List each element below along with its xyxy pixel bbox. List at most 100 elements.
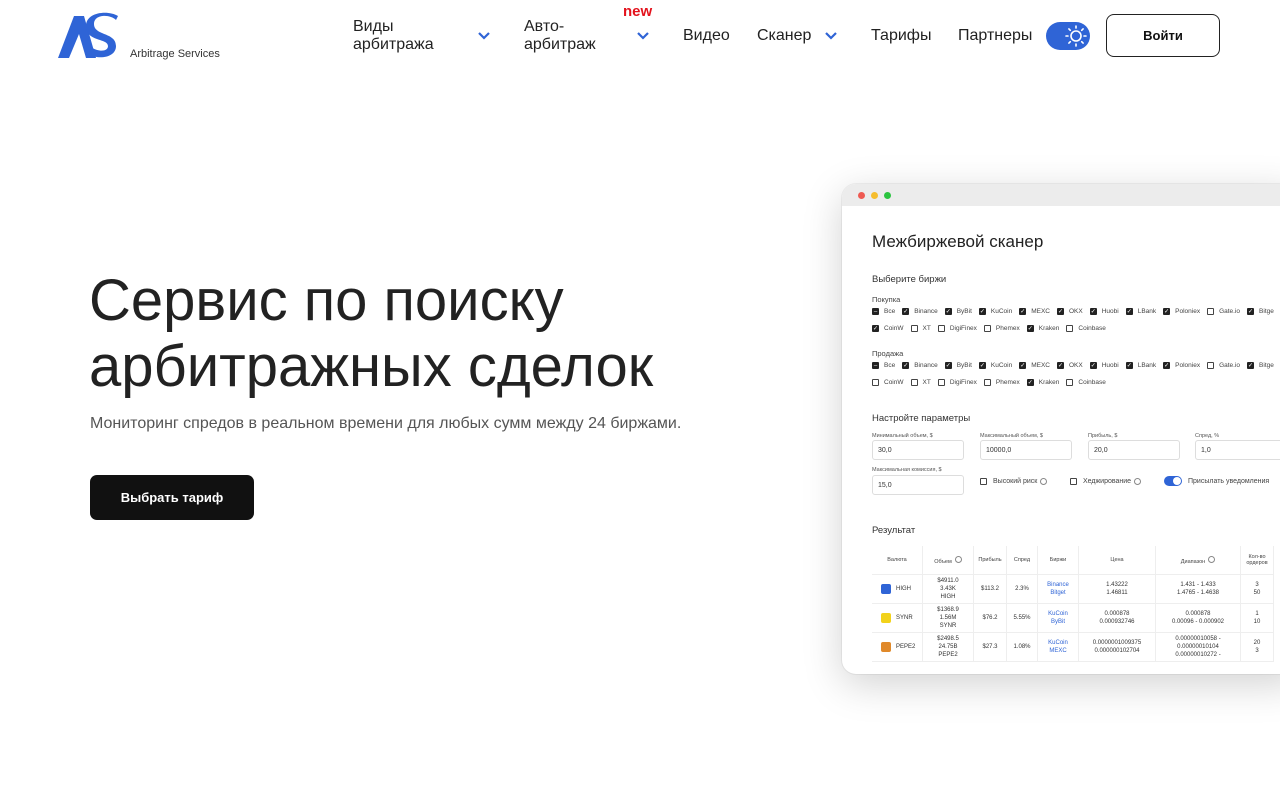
nav-item-auto-arbitrage[interactable]: Авто-арбитраж (524, 18, 604, 54)
checkbox-empty-icon (910, 325, 918, 332)
checkbox-checked-icon: ✓ (902, 308, 910, 315)
cell-currency: SYNR (872, 603, 923, 633)
cell-range: 1.431 - 1.433 1.4765 - 1.4638 (1155, 574, 1241, 604)
checkbox-empty-icon (937, 379, 945, 386)
exchange-checkbox[interactable]: Phemex (983, 325, 1020, 332)
nav-item-label: Сканер (757, 27, 812, 44)
exchange-checkbox[interactable]: XT (910, 379, 931, 386)
exchange-name: ByBit (956, 362, 972, 369)
checkbox-checked-icon: ✓ (944, 362, 952, 369)
exchange-name: Huobi (1101, 308, 1119, 315)
chevron-down-icon[interactable] (636, 31, 650, 41)
chevron-down-icon[interactable] (477, 31, 491, 41)
checkbox-checked-icon: ✓ (1026, 325, 1034, 332)
exchange-checkbox[interactable]: ✓ Bitge (1247, 308, 1274, 315)
exchange-checkbox[interactable]: XT (910, 325, 931, 332)
max-volume-input[interactable]: 10000,0 (980, 440, 1072, 460)
cell-exchanges[interactable]: KuCoin MEXC (1037, 632, 1079, 662)
exchange-checkbox[interactable]: ✓ LBank (1125, 362, 1156, 369)
exchange-checkbox[interactable]: ✓ Poloniex (1163, 308, 1200, 315)
exchange-checkbox[interactable]: ✓ LBank (1125, 308, 1156, 315)
sun-icon (1065, 25, 1087, 47)
exchange-checkbox[interactable]: – Все (872, 362, 895, 369)
exchange-checkbox[interactable]: ✓ Huobi (1089, 362, 1119, 369)
checkbox-empty-icon (1207, 362, 1215, 369)
cell-profit: $76.2 (973, 603, 1007, 633)
exchange-checkbox[interactable]: ✓ MEXC (1019, 308, 1050, 315)
login-button[interactable]: Войти (1106, 14, 1220, 57)
exchange-checkbox[interactable]: ✓ Binance (902, 362, 938, 369)
cell-spread: 5.55% (1006, 603, 1038, 633)
profit-input[interactable]: 20,0 (1088, 440, 1180, 460)
exchange-name: XT (922, 379, 931, 386)
spread-input[interactable]: 1,0 (1195, 440, 1280, 460)
exchange-checkbox[interactable]: ✓ CoinW (872, 325, 904, 332)
col-profit: Прибыль (973, 546, 1007, 575)
max-fee-input[interactable]: 15,0 (872, 475, 964, 495)
exchange-name: DigiFinex (949, 379, 977, 386)
checkbox-empty-icon (872, 379, 879, 386)
exchange-checkbox[interactable]: ✓ Bitge (1247, 362, 1274, 369)
exchange-checkbox[interactable]: ✓ Huobi (1089, 308, 1119, 315)
exchange-checkbox[interactable]: ✓ Kraken (1026, 325, 1060, 332)
window-titlebar (842, 184, 1280, 206)
high-risk-checkbox[interactable]: Высокий риск (980, 478, 1048, 485)
exchange-checkbox[interactable]: Coinbase (1066, 325, 1106, 332)
nav-item-scanner[interactable]: Сканер (757, 27, 811, 45)
cell-exchanges[interactable]: KuCoin ByBit (1037, 603, 1079, 633)
nav-item-partners[interactable]: Партнеры (958, 27, 1032, 45)
exchange-checkbox[interactable]: ✓ ByBit (944, 308, 972, 315)
exchange-checkbox[interactable]: Gate.io (1207, 362, 1240, 369)
exchange-checkbox[interactable]: ✓ Poloniex (1163, 362, 1200, 369)
cell-volume: $2498.5 24.75B PEPE2 (922, 632, 974, 662)
exchange-name: Kraken (1038, 379, 1060, 386)
exchange-name: Kraken (1038, 325, 1060, 332)
checkbox-checked-icon: ✓ (1056, 308, 1064, 315)
cell-volume: $4911.0 3.43K HIGH (922, 574, 974, 604)
coin-icon (881, 613, 891, 623)
checkbox-empty-icon (910, 379, 918, 386)
theme-toggle[interactable] (1046, 22, 1090, 50)
exchange-checkbox[interactable]: Coinbase (1066, 379, 1106, 386)
exchange-name: OKX (1068, 362, 1083, 369)
exchange-checkbox[interactable]: ✓ OKX (1056, 308, 1083, 315)
choose-tariff-button[interactable]: Выбрать тариф (90, 475, 254, 520)
exchange-checkbox[interactable]: DigiFinex (937, 325, 977, 332)
exchange-checkbox[interactable]: – Все (872, 308, 895, 315)
min-volume-input[interactable]: 30,0 (872, 440, 964, 460)
exchange-checkbox[interactable]: ✓ Binance (902, 308, 938, 315)
col-currency: Валюта (872, 546, 923, 575)
choose-tariff-label: Выбрать тариф (120, 490, 224, 505)
exchange-checkbox[interactable]: CoinW (872, 379, 904, 386)
nav-item-tariffs[interactable]: Тарифы (871, 27, 931, 45)
result-heading: Результат (872, 525, 916, 536)
exchange-checkbox[interactable]: DigiFinex (937, 379, 977, 386)
chevron-down-icon[interactable] (824, 31, 838, 41)
max-volume-label: Максимальный объем, $ (980, 433, 1043, 439)
exchange-checkbox[interactable]: Phemex (983, 379, 1020, 386)
max-fee-label: Максимальная комиссия, $ (872, 467, 942, 473)
nav-item-video[interactable]: Видео (683, 27, 730, 45)
checkbox-checked-icon: ✓ (1026, 379, 1034, 386)
scanner-preview-window: Межбиржевой сканер Выберите биржи Покупк… (842, 184, 1280, 674)
exchange-checkbox[interactable]: ✓ ByBit (944, 362, 972, 369)
notifications-toggle[interactable]: Присылать уведомления (1164, 476, 1269, 486)
cell-exchanges[interactable]: Binance Bitget (1037, 574, 1079, 604)
exchange-checkbox[interactable]: ✓ KuCoin (978, 308, 1012, 315)
nav-item-arbitrage-types[interactable]: Виды арбитража (353, 18, 443, 54)
hedging-checkbox[interactable]: Хеджирование (1070, 478, 1142, 485)
exchange-name: MEXC (1031, 308, 1050, 315)
exchange-checkbox[interactable]: ✓ OKX (1056, 362, 1083, 369)
buy-exchanges-row-1: – Все ✓ Binance ✓ ByBit ✓ KuCoin ✓ MEXC ✓ OKX ✓ Huobi… (872, 308, 1280, 315)
checkbox-checked-icon: ✓ (1163, 308, 1171, 315)
exchange-checkbox[interactable]: Gate.io (1207, 308, 1240, 315)
maximize-dot-icon (884, 192, 891, 199)
logo[interactable]: Arbitrage Services (58, 12, 228, 62)
col-volume-label: Объем (934, 558, 952, 565)
exchange-checkbox[interactable]: ✓ Kraken (1026, 379, 1060, 386)
login-button-label: Войти (1143, 28, 1183, 43)
results-table: Валюта Объем Прибыль Спред Биржи Цена Ди… (872, 546, 1274, 662)
exchange-checkbox[interactable]: ✓ KuCoin (978, 362, 1012, 369)
exchange-name: Gate.io (1219, 362, 1241, 369)
exchange-checkbox[interactable]: ✓ MEXC (1019, 362, 1050, 369)
